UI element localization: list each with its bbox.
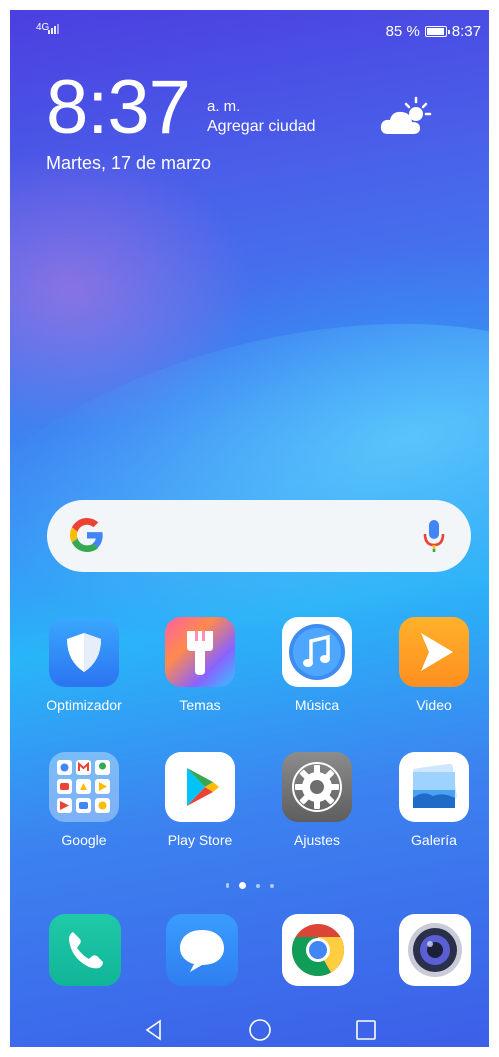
app-label: Temas: [179, 697, 221, 713]
status-time: 8:37: [451, 23, 481, 40]
page-indicator[interactable]: [10, 882, 489, 889]
app-optimizador[interactable]: Optimizador: [29, 617, 139, 713]
paint-brush-icon: [165, 617, 235, 687]
camera-icon[interactable]: [399, 914, 471, 986]
home-icon[interactable]: [248, 1018, 272, 1042]
page-dot[interactable]: [225, 883, 229, 888]
status-bar: 4G 85 % 8:37: [10, 10, 489, 50]
app-video[interactable]: Video: [379, 617, 489, 713]
chat-icon[interactable]: [166, 914, 238, 986]
app-label: Play Store: [167, 832, 233, 848]
clock-ampm: a. m.: [207, 98, 241, 115]
app-label: Optimizador: [46, 697, 122, 713]
navigation-bar: [10, 1010, 489, 1047]
page-dot[interactable]: [255, 883, 260, 888]
partly-sunny-icon[interactable]: [378, 96, 432, 138]
app-label: Galería: [411, 832, 457, 848]
app-ajustes[interactable]: Ajustes: [262, 752, 372, 848]
music-note-icon: [282, 617, 352, 687]
phone-icon[interactable]: [49, 914, 121, 986]
app-label: Música: [294, 697, 340, 713]
folder-icon: [49, 752, 119, 822]
chrome-icon[interactable]: [282, 914, 354, 986]
app-label: Ajustes: [294, 832, 340, 848]
signal-icon: [48, 24, 59, 34]
app-galeria[interactable]: Galería: [379, 752, 489, 848]
app-musica[interactable]: Música: [262, 617, 372, 713]
battery-percent: 85 %: [385, 23, 420, 40]
battery-icon: [424, 26, 450, 37]
google-g-icon: [70, 518, 103, 552]
app-label: Google: [61, 832, 107, 848]
page-dot[interactable]: [269, 883, 274, 888]
clock-time[interactable]: 8:37: [46, 70, 191, 146]
play-icon: [399, 617, 469, 687]
mic-icon[interactable]: [423, 519, 445, 553]
app-google-folder[interactable]: Google: [29, 752, 139, 848]
play-store-icon: [165, 752, 235, 822]
gallery-icon: [399, 752, 469, 822]
add-city-link[interactable]: Agregar ciudad: [207, 118, 316, 136]
shield-icon: [49, 617, 119, 687]
home-screen: 4G 85 % 8:37 8:37 a. m. Agregar ciudad M…: [10, 10, 489, 1047]
gear-icon: [282, 752, 352, 822]
recents-icon[interactable]: [354, 1018, 378, 1042]
back-icon[interactable]: [142, 1018, 166, 1042]
clock-date[interactable]: Martes, 17 de marzo: [46, 153, 211, 174]
page-dot-active[interactable]: [238, 882, 246, 889]
google-search-bar[interactable]: [47, 500, 471, 572]
app-temas[interactable]: Temas: [145, 617, 255, 713]
app-play-store[interactable]: Play Store: [145, 752, 255, 848]
app-label: Video: [416, 697, 452, 713]
